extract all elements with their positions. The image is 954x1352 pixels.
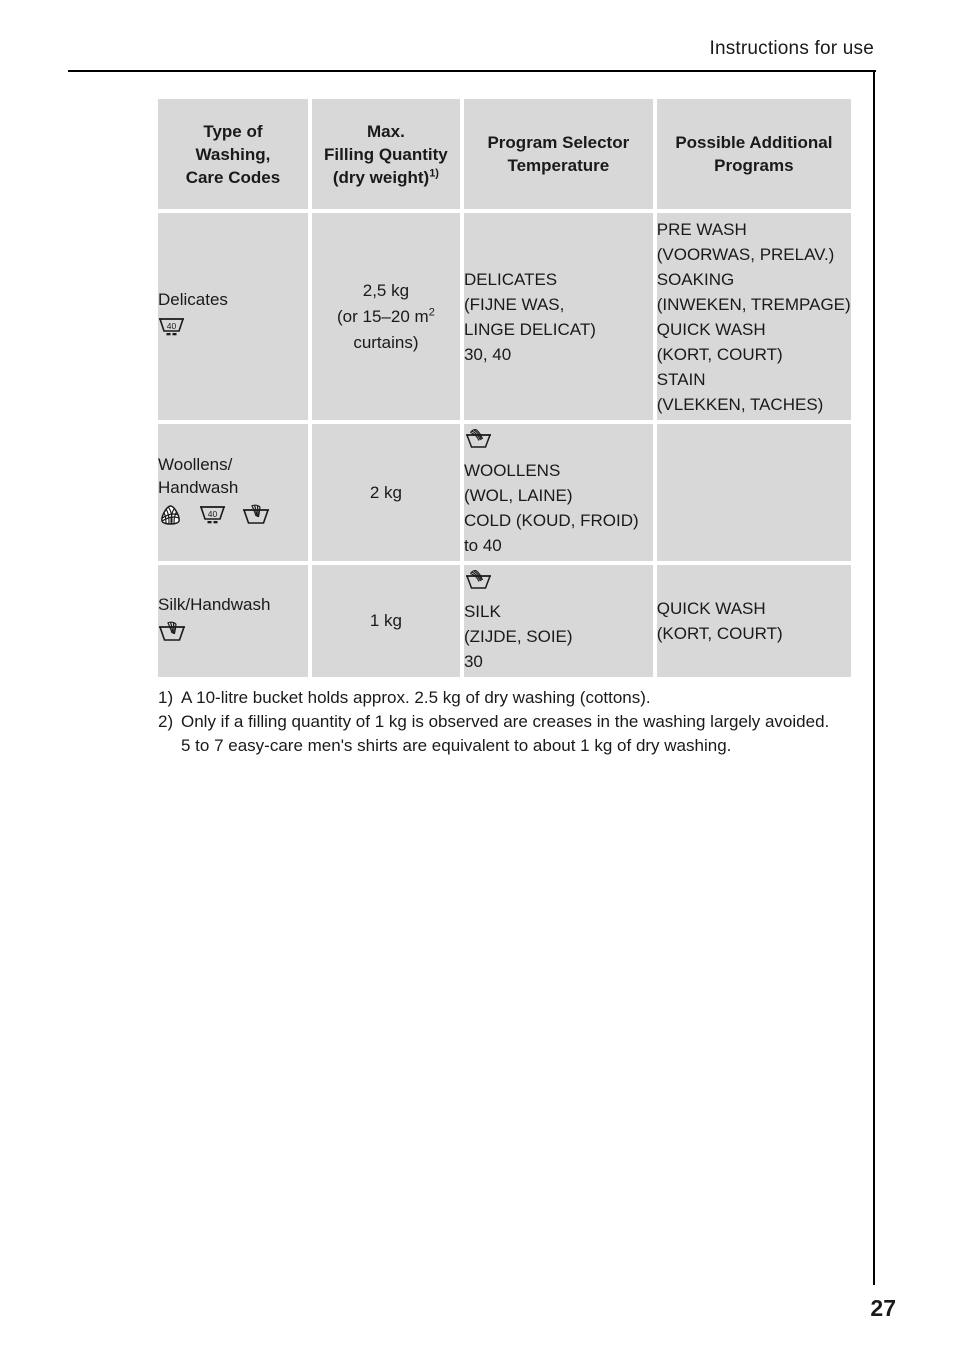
quantity-value: 2,5 kg bbox=[362, 280, 410, 300]
header-line: Program Selector bbox=[487, 133, 630, 152]
program-line: (FIJNE WAS, bbox=[463, 294, 565, 314]
quantity-alt-cont: curtains) bbox=[353, 332, 419, 352]
header-line: Filling Quantity bbox=[324, 144, 448, 164]
program-line: (ZIJDE, SOIE) bbox=[463, 626, 573, 646]
program-line: COLD (KOUD, FROID) bbox=[463, 510, 639, 530]
table-header-row: Type of Washing, Care Codes Max. Filling… bbox=[158, 99, 851, 209]
additional-program-line: SOAKING bbox=[656, 269, 735, 289]
column-header-possible-additional-programs: Possible Additional Programs bbox=[656, 99, 851, 209]
additional-program-line: (VOORWAS, PRELAV.) bbox=[656, 244, 835, 264]
additional-program-line: (KORT, COURT) bbox=[656, 624, 783, 643]
footnote-2: 2) Only if a filling quantity of 1 kg is… bbox=[158, 710, 858, 734]
footnote-2-extra: 5 to 7 easy-care men's shirts are equiva… bbox=[181, 736, 732, 755]
program-line: SILK bbox=[463, 601, 501, 621]
table-row: Silk/Handwash 1 kg SILK (ZIJDE, SOIE) 30… bbox=[158, 565, 851, 677]
header-rule bbox=[68, 70, 876, 72]
cell-program-woollens: WOOLLENS (WOL, LAINE) COLD (KOUD, FROID)… bbox=[463, 424, 653, 561]
care-code-icon-group: 40 bbox=[158, 315, 308, 345]
cell-quantity-woollens: 2 kg bbox=[311, 424, 460, 561]
header-line: Max. bbox=[367, 121, 405, 141]
quantity-value: 1 kg bbox=[369, 611, 402, 630]
additional-program-line: (VLEKKEN, TACHES) bbox=[656, 394, 824, 414]
header-line: Washing, bbox=[195, 144, 271, 164]
superscript-squared: 2 bbox=[428, 305, 435, 318]
page-number: 27 bbox=[870, 1295, 896, 1321]
footnote-marker: 2) bbox=[158, 712, 174, 731]
program-temperature: to 40 bbox=[463, 535, 502, 555]
footnote-ref-1: 1) bbox=[429, 166, 439, 179]
cell-program-silk: SILK (ZIJDE, SOIE) 30 bbox=[463, 565, 653, 677]
washing-care-table: Type of Washing, Care Codes Max. Filling… bbox=[154, 95, 855, 681]
program-temperature: 30 bbox=[463, 651, 483, 671]
wash-type-label: Delicates bbox=[158, 290, 228, 309]
washtub-40-delicate-icon: 40 bbox=[199, 503, 226, 533]
cell-additional-delicates: PRE WASH (VOORWAS, PRELAV.) SOAKING (INW… bbox=[656, 213, 851, 420]
column-header-max-filling-quantity: Max. Filling Quantity (dry weight)1) bbox=[311, 99, 460, 209]
header-line: Temperature bbox=[507, 156, 610, 175]
footnote-marker: 1) bbox=[158, 688, 174, 707]
wash-type-label: Woollens/ bbox=[158, 454, 233, 474]
cell-additional-woollens bbox=[656, 424, 851, 561]
table-row: Delicates 40 2,5 kg (or 15–20 m2 curtain… bbox=[158, 213, 851, 420]
header-line: (dry weight) bbox=[332, 167, 430, 187]
additional-program-line: QUICK WASH bbox=[656, 319, 766, 339]
program-line: (WOL, LAINE) bbox=[463, 485, 573, 505]
cell-type-delicates: Delicates 40 bbox=[158, 213, 308, 420]
cell-type-silk: Silk/Handwash bbox=[158, 565, 308, 677]
additional-program-line: QUICK WASH bbox=[656, 599, 766, 618]
care-code-icon-group: 40 bbox=[158, 503, 308, 533]
cell-additional-silk: QUICK WASH (KORT, COURT) bbox=[656, 565, 851, 677]
column-header-program-selector-temperature: Program Selector Temperature bbox=[463, 99, 653, 209]
footnote-1: 1) A 10-litre bucket holds approx. 2.5 k… bbox=[158, 686, 858, 710]
additional-program-line: (INWEKEN, TREMPAGE) bbox=[656, 294, 851, 314]
wool-skein-icon bbox=[158, 503, 183, 533]
header-line: Care Codes bbox=[185, 167, 281, 187]
footnotes: 1) A 10-litre bucket holds approx. 2.5 k… bbox=[158, 686, 858, 758]
quantity-alt: (or 15–20 m2 bbox=[337, 305, 435, 326]
cell-quantity-delicates: 2,5 kg (or 15–20 m2 curtains) bbox=[311, 213, 460, 420]
table-row: Woollens/ Handwash 40 2 kg WOOLLENS (WOL… bbox=[158, 424, 851, 561]
header-line: Programs bbox=[714, 156, 794, 175]
program-line: LINGE DELICAT) bbox=[463, 319, 596, 339]
handwash-tub-icon bbox=[158, 620, 186, 650]
handwash-tub-icon bbox=[464, 428, 653, 457]
additional-program-line: PRE WASH bbox=[656, 219, 747, 239]
quantity-value: 2 kg bbox=[369, 482, 402, 502]
header-line: Type of bbox=[203, 121, 263, 141]
svg-text:40: 40 bbox=[167, 321, 177, 331]
handwash-tub-icon bbox=[242, 503, 270, 533]
cell-type-woollens: Woollens/ Handwash 40 bbox=[158, 424, 308, 561]
margin-vertical-rule bbox=[873, 70, 875, 1285]
wash-type-label-cont: Handwash bbox=[158, 477, 239, 497]
washtub-40-delicate-icon: 40 bbox=[158, 315, 185, 345]
running-header: Instructions for use bbox=[709, 38, 874, 59]
cell-program-delicates: DELICATES (FIJNE WAS, LINGE DELICAT) 30,… bbox=[463, 213, 653, 420]
cell-quantity-silk: 1 kg bbox=[311, 565, 460, 677]
svg-text:40: 40 bbox=[208, 509, 218, 519]
program-line: WOOLLENS bbox=[463, 460, 561, 480]
header-line: Possible Additional bbox=[675, 133, 833, 152]
additional-program-line: STAIN bbox=[656, 369, 706, 389]
program-temperature: 30, 40 bbox=[463, 344, 512, 364]
wash-type-label: Silk/Handwash bbox=[158, 594, 271, 614]
footnote-text: A 10-litre bucket holds approx. 2.5 kg o… bbox=[181, 688, 651, 707]
program-line: DELICATES bbox=[463, 269, 558, 289]
handwash-tub-icon bbox=[464, 569, 653, 598]
column-header-type-of-washing: Type of Washing, Care Codes bbox=[158, 99, 308, 209]
footnote-text: Only if a filling quantity of 1 kg is ob… bbox=[181, 712, 830, 731]
care-code-icon-group bbox=[158, 620, 308, 650]
additional-program-line: (KORT, COURT) bbox=[656, 344, 783, 364]
